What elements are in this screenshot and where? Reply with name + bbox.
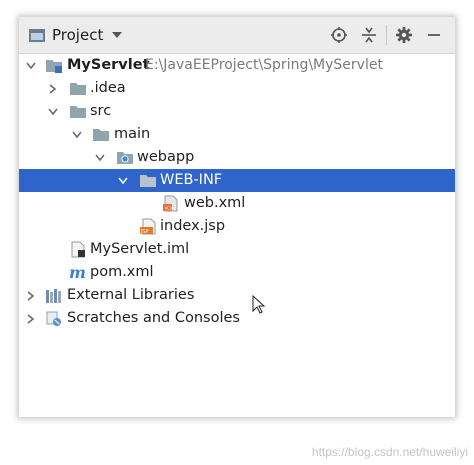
module-path: E:\JavaEEProject\Spring\MyServlet [145,57,383,73]
tree-label-src: src [90,103,112,119]
xml-file-icon: <> [162,195,180,212]
scratches-icon [45,310,63,327]
tree-row-idea[interactable]: .idea [19,77,455,100]
chevron-down-icon[interactable] [92,146,108,169]
svg-text:JSP: JSP [140,229,149,235]
tree-row-webapp[interactable]: webapp [19,146,455,169]
tool-window-header: Project [19,17,455,54]
chevron-right-icon[interactable] [23,307,39,330]
tree-row-src[interactable]: src [19,100,455,123]
tree-row-indexjsp[interactable]: JSP index.jsp [19,215,455,238]
folder-icon [69,80,87,97]
chevron-down-icon[interactable] [112,32,123,38]
library-icon [45,287,63,304]
folder-icon [139,172,157,189]
tree-row-webinf[interactable]: WEB-INF [19,169,455,192]
folder-icon [92,126,110,143]
tree-label-indexjsp: index.jsp [160,218,226,234]
tree-row-scratches[interactable]: Scratches and Consoles [19,307,455,330]
tree-row-root[interactable]: MyServlet E:\JavaEEProject\Spring\MyServ… [19,54,455,77]
tree-label-webxml: web.xml [184,195,246,211]
tree-label-scratches: Scratches and Consoles [67,310,240,326]
tree-label-main: main [114,126,151,142]
chevron-right-icon[interactable] [45,77,61,100]
tree-row-iml[interactable]: MyServlet.iml [19,238,455,261]
chevron-down-icon[interactable] [23,54,39,77]
gear-icon[interactable] [389,20,419,50]
tree-label-idea: .idea [90,80,126,96]
project-tool-window: Project MyServlet E:\JavaEEProject\Sprin… [19,17,455,417]
tree-label-external-libraries: External Libraries [67,287,195,303]
tree-label-iml: MyServlet.iml [90,241,190,257]
tree-row-webxml[interactable]: <> web.xml [19,192,455,215]
project-view-selector[interactable]: Project [29,17,123,53]
chevron-down-icon[interactable] [115,169,131,192]
tree-label-webapp: webapp [137,149,195,165]
web-folder-icon [116,149,134,166]
tree-label-root: MyServlet [67,57,150,73]
jsp-file-icon: JSP [139,218,157,235]
iml-file-icon [69,241,87,258]
tree-row-main[interactable]: main [19,123,455,146]
locate-icon[interactable] [324,20,354,50]
chevron-right-icon[interactable] [23,284,39,307]
header-toolbar [324,17,449,53]
tree-row-external-libraries[interactable]: External Libraries [19,284,455,307]
tree-label-webinf: WEB-INF [160,172,223,188]
chevron-down-icon[interactable] [69,123,85,146]
chevron-down-icon[interactable] [45,100,61,123]
watermark-text: https://blog.csdn.net/huweiliyi [311,445,468,459]
maven-icon: m [69,263,87,282]
folder-icon [69,103,87,120]
svg-text:m: m [69,264,86,281]
collapse-all-icon[interactable] [354,20,384,50]
tree-label-pom: pom.xml [90,264,154,280]
toolbar-divider [386,25,387,45]
tool-window-title: Project [52,26,104,44]
tree-row-pom[interactable]: m pom.xml [19,261,455,284]
project-window-icon [29,28,45,42]
svg-text:<>: <> [164,205,174,212]
mouse-pointer-icon [252,294,266,319]
minimize-icon[interactable] [419,20,449,50]
module-folder-icon [45,57,63,74]
